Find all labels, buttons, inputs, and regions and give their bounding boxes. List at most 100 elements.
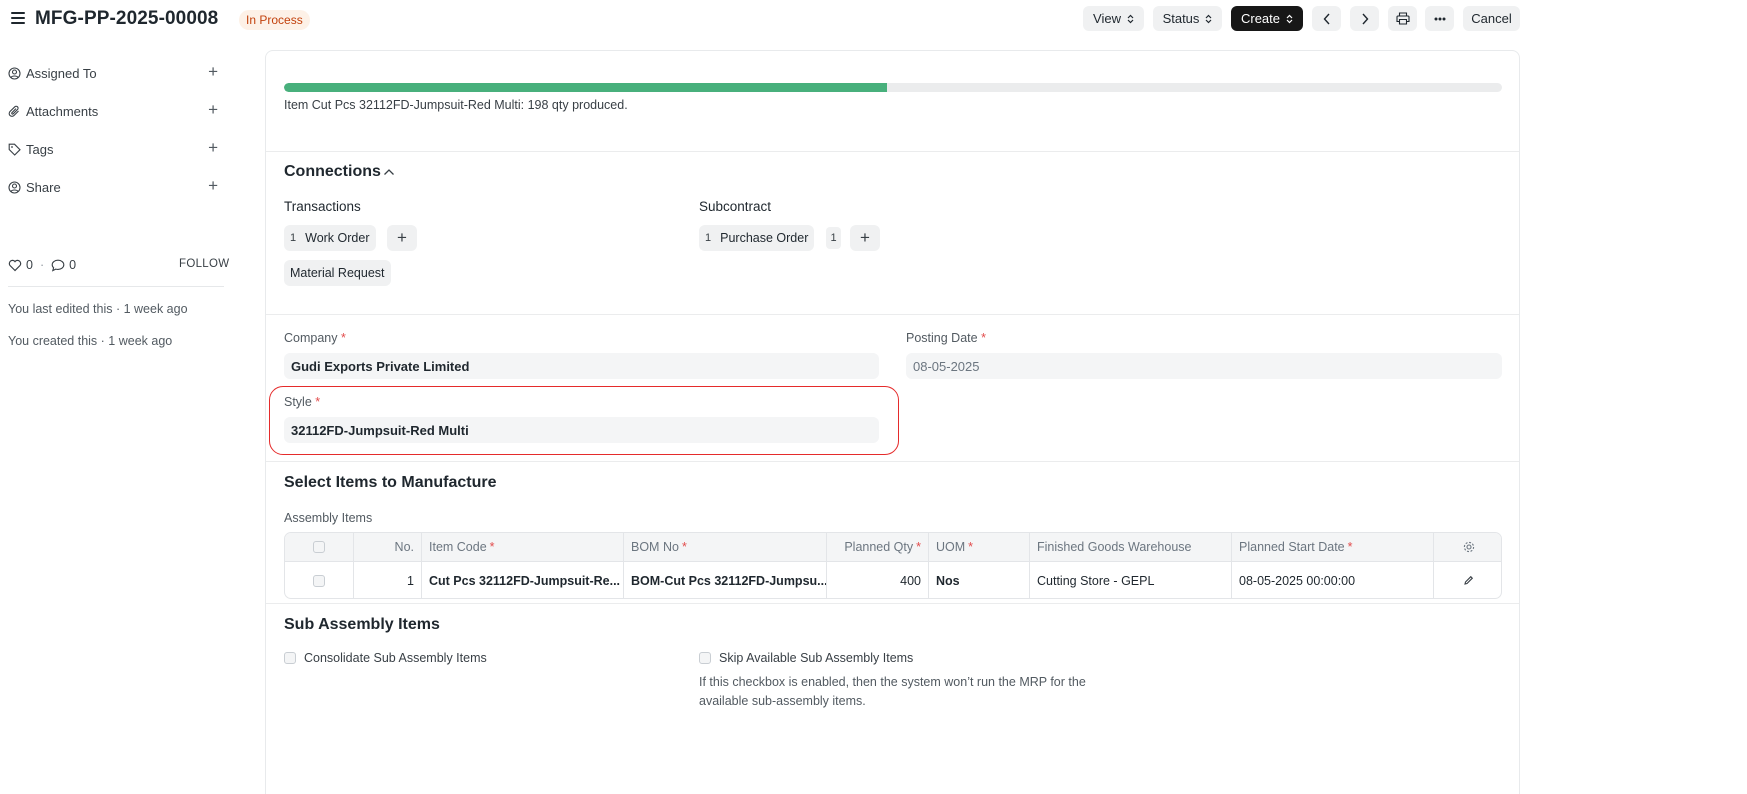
add-tag-icon[interactable]: + <box>208 139 218 156</box>
create-button-label: Create <box>1240 11 1281 26</box>
status-badge: In Process <box>239 10 310 30</box>
work-order-label: Work Order <box>305 231 370 245</box>
sidebar-item-tags[interactable]: Tags + <box>8 138 222 160</box>
view-button-label: View <box>1093 11 1121 26</box>
cell-planned-qty[interactable]: 400 <box>827 562 929 598</box>
sidebar-item-label: Attachments <box>26 103 99 119</box>
assembly-items-table: No. Item Code * BOM No * Planned Qty * UOM *… <box>284 532 1502 599</box>
consolidate-sub-assembly-option[interactable]: Consolidate Sub Assembly Items <box>284 651 487 665</box>
chevron-up-icon[interactable] <box>383 168 395 176</box>
section-divider <box>266 151 1519 152</box>
select-all-checkbox[interactable] <box>313 541 325 553</box>
more-actions-button[interactable] <box>1425 6 1454 31</box>
purchase-order-count: 1 <box>705 232 712 244</box>
skip-checkbox[interactable] <box>699 652 711 664</box>
heart-icon[interactable] <box>8 259 22 272</box>
sidebar-item-share[interactable]: Share + <box>8 176 222 198</box>
transactions-title: Transactions <box>284 199 361 214</box>
select-caret-icon <box>1127 14 1134 23</box>
posting-date-field[interactable]: 08-05-2025 <box>906 353 1502 379</box>
manufacture-section-title: Select Items to Manufacture <box>284 474 497 491</box>
printer-icon <box>1395 12 1410 25</box>
row-edit-cell[interactable] <box>1434 562 1501 598</box>
tag-icon <box>8 143 21 156</box>
add-assignee-icon[interactable]: + <box>208 63 218 80</box>
status-button-label: Status <box>1162 11 1200 26</box>
connections-title[interactable]: Connections <box>284 163 381 181</box>
assembly-items-label: Assembly Items <box>284 511 373 525</box>
last-edited-note: You last edited this · 1 week ago <box>8 302 188 316</box>
purchase-order-label: Purchase Order <box>720 231 809 245</box>
paperclip-icon <box>8 105 19 117</box>
row-select-cell[interactable] <box>285 562 354 598</box>
next-doc-button[interactable] <box>1350 6 1379 31</box>
col-uom: UOM * <box>929 533 1030 561</box>
sub-assembly-title: Sub Assembly Items <box>284 616 440 633</box>
select-all-cell[interactable] <box>285 533 354 561</box>
purchase-order-open-count[interactable]: 1 <box>826 227 841 249</box>
col-item-code: Item Code * <box>422 533 624 561</box>
add-work-order-button[interactable]: + <box>387 225 417 251</box>
follow-button[interactable]: FOLLOW <box>179 258 229 270</box>
select-caret-icon <box>1205 14 1212 23</box>
chevron-right-icon <box>1361 13 1368 24</box>
col-bom-no: BOM No * <box>624 533 827 561</box>
sidebar-item-attachments[interactable]: Attachments + <box>8 100 222 122</box>
add-attachment-icon[interactable]: + <box>208 101 218 118</box>
material-request-label: Material Request <box>290 266 385 280</box>
form-main: Item Cut Pcs 32112FD-Jumpsuit-Red Multi:… <box>265 50 1520 794</box>
created-note: You created this · 1 week ago <box>8 334 173 348</box>
sidebar-item-label: Share <box>26 179 61 195</box>
comment-icon[interactable] <box>51 259 65 272</box>
comments-count: 0 <box>69 258 77 272</box>
cell-item-code[interactable]: Cut Pcs 32112FD-Jumpsuit-Re... <box>422 562 624 598</box>
gear-icon[interactable] <box>1463 541 1475 553</box>
cell-start-date[interactable]: 08-05-2025 00:00:00 <box>1232 562 1434 598</box>
company-label: Company * <box>284 331 346 345</box>
section-divider <box>266 314 1519 315</box>
skip-sub-assembly-option[interactable]: Skip Available Sub Assembly Items <box>699 651 913 665</box>
page-title: MFG-PP-2025-00008 <box>35 8 219 29</box>
skip-label: Skip Available Sub Assembly Items <box>719 651 914 665</box>
cancel-button[interactable]: Cancel <box>1463 6 1520 31</box>
print-button[interactable] <box>1388 6 1417 31</box>
cell-uom[interactable]: Nos <box>929 562 1030 598</box>
col-start-date: Planned Start Date * <box>1232 533 1434 561</box>
work-order-link[interactable]: 1 Work Order <box>284 225 376 251</box>
progress-text: Item Cut Pcs 32112FD-Jumpsuit-Red Multi:… <box>284 98 628 112</box>
column-settings-cell[interactable] <box>1434 533 1501 561</box>
style-field[interactable]: 32112FD-Jumpsuit-Red Multi <box>284 417 879 443</box>
likes-comments: 0 · 0 <box>8 258 76 272</box>
sidebar-item-label: Assigned To <box>26 65 97 81</box>
col-planned-qty: Planned Qty * <box>827 533 929 561</box>
consolidate-checkbox[interactable] <box>284 652 296 664</box>
skip-description: If this checkbox is enabled, then the sy… <box>699 675 1086 708</box>
add-share-icon[interactable]: + <box>208 177 218 194</box>
table-row[interactable]: 1 Cut Pcs 32112FD-Jumpsuit-Re... BOM-Cut… <box>285 562 1501 598</box>
status-button[interactable]: Status <box>1153 6 1222 31</box>
row-checkbox[interactable] <box>313 574 325 587</box>
col-no: No. <box>354 533 422 561</box>
likes-count: 0 <box>26 258 33 272</box>
view-button[interactable]: View <box>1083 6 1144 31</box>
company-field[interactable]: Gudi Exports Private Limited <box>284 353 879 379</box>
col-warehouse: Finished Goods Warehouse <box>1030 533 1232 561</box>
share-user-icon <box>8 180 21 194</box>
material-request-link[interactable]: Material Request <box>284 260 391 286</box>
cell-no: 1 <box>354 562 422 598</box>
sidebar-item-assigned-to[interactable]: Assigned To + <box>8 62 222 84</box>
create-button[interactable]: Create <box>1231 6 1303 31</box>
pencil-icon[interactable] <box>1463 575 1474 586</box>
section-divider <box>266 461 1519 462</box>
sidebar-divider <box>8 286 224 287</box>
cell-warehouse[interactable]: Cutting Store - GEPL <box>1030 562 1232 598</box>
add-purchase-order-button[interactable]: + <box>850 225 880 251</box>
cell-bom-no[interactable]: BOM-Cut Pcs 32112FD-Jumpsu... <box>624 562 827 598</box>
subcontract-title: Subcontract <box>699 199 772 214</box>
menu-icon[interactable] <box>11 12 25 24</box>
purchase-order-link[interactable]: 1 Purchase Order <box>699 225 815 251</box>
production-progress-bar <box>284 83 1502 92</box>
previous-doc-button[interactable] <box>1312 6 1341 31</box>
production-progress-fill <box>284 83 887 92</box>
sidebar-item-label: Tags <box>26 141 54 157</box>
